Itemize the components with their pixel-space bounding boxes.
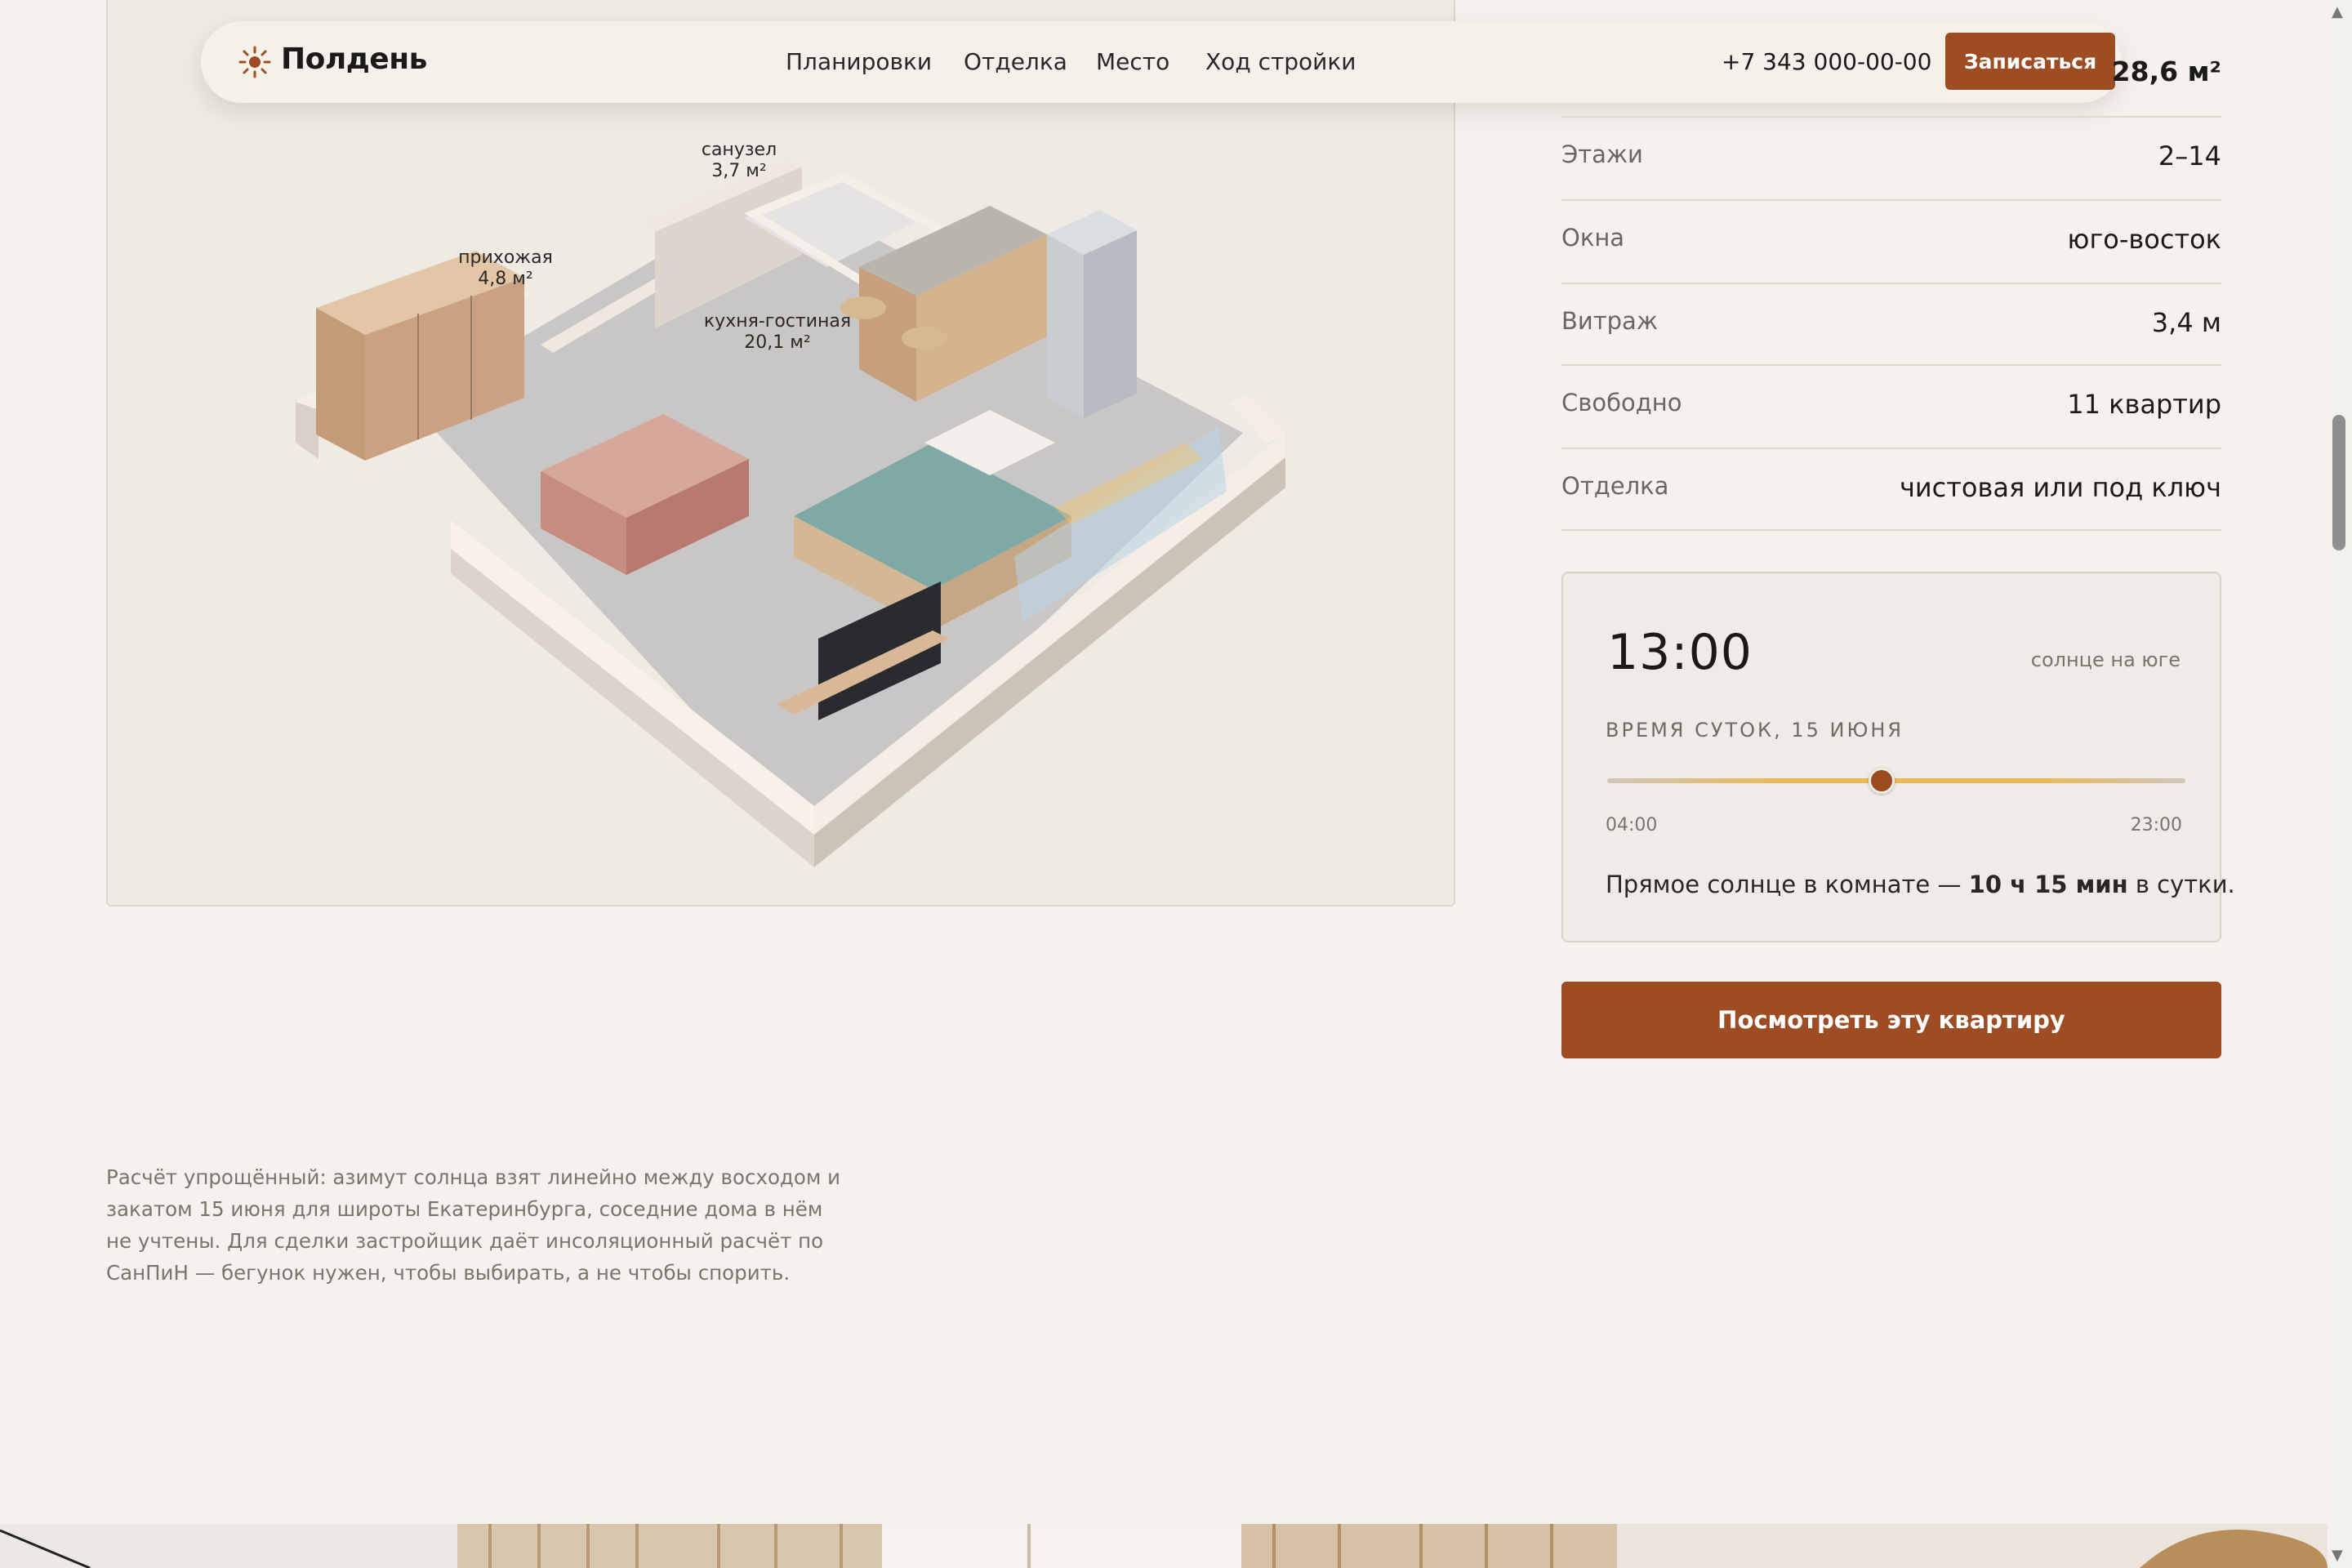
spec-row-finishing: Отделка чистовая или под ключ (1561, 448, 2221, 531)
signup-button[interactable]: Записаться (1945, 33, 2115, 90)
scrollbar[interactable] (2328, 0, 2352, 1568)
sun-duration: 10 ч 15 мин (1968, 871, 2128, 898)
spec-row-floors: Этажи 2–14 (1561, 116, 2221, 199)
time-slider-track[interactable] (1607, 778, 2185, 783)
spec-label: Отделка (1561, 472, 1669, 500)
spec-row-windows: Окна юго-восток (1561, 199, 2221, 283)
time-slider-thumb[interactable] (1868, 768, 1895, 794)
spec-row-available: Свободно 11 квартир (1561, 364, 2221, 448)
spec-label: Свободно (1561, 389, 1682, 416)
sun-summary-text: Прямое солнце в комнате — (1606, 871, 1969, 898)
room-label-bathroom-name: санузел (702, 140, 777, 160)
spec-row-glazing: Витраж 3,4 м (1561, 283, 2221, 366)
spec-label: Витраж (1561, 307, 1658, 335)
scroll-down-arrow-icon[interactable]: ▼ (2332, 1547, 2343, 1564)
scrollbar-thumb[interactable] (2332, 415, 2345, 550)
slider-max-label: 23:00 (2130, 815, 2182, 835)
nav-link-finishing[interactable]: Отделка (964, 48, 1067, 75)
navbar: Полдень Планировки Отделка Место Ход стр… (201, 21, 2122, 103)
nav-link-construction[interactable]: Ход стройки (1205, 48, 1356, 75)
spec-label: Этажи (1561, 140, 1643, 168)
spec-label: Окна (1561, 224, 1625, 252)
sun-summary-tail: в сутки. (2127, 871, 2235, 898)
room-label-kitchen-name: кухня-гостиная (704, 311, 851, 332)
area-value: 28,6 м² (2111, 56, 2221, 87)
sun-direction-note: солнце на юге (2030, 648, 2180, 671)
nav-link-layouts[interactable]: Планировки (786, 48, 932, 75)
sun-summary: Прямое солнце в комнате — 10 ч 15 мин в … (1606, 871, 2235, 898)
scroll-up-arrow-icon[interactable]: ▲ (2332, 3, 2343, 20)
spec-value: 3,4 м (2151, 307, 2221, 338)
spec-value: 11 квартир (2067, 389, 2221, 420)
spec-value: чистовая или под ключ (1899, 472, 2221, 503)
sun-icon (238, 46, 271, 78)
phone-link[interactable]: +7 343 000-00-00 (1722, 48, 1931, 75)
room-label-hall-area: 4,8 м² (478, 269, 532, 289)
disclaimer-text: Расчёт упрощённый: азимут солнца взят ли… (106, 1165, 841, 1285)
floor-plan-card: санузел 3,7 м² прихожая 4,8 м² кухня-гос… (106, 0, 1455, 906)
spec-value: 2–14 (2158, 140, 2221, 172)
brand-logo[interactable]: Полдень (281, 42, 427, 76)
nav-link-location[interactable]: Место (1096, 48, 1169, 75)
floor-plan-3d: санузел 3,7 м² прихожая 4,8 м² кухня-гос… (296, 140, 1285, 867)
room-label-hall-name: прихожая (458, 247, 553, 268)
spec-value: юго-восток (2067, 224, 2221, 255)
sun-time: 13:00 (1607, 624, 1753, 681)
time-of-day-label: ВРЕМЯ СУТОК, 15 ИЮНЯ (1606, 719, 1904, 742)
sun-widget: 13:00 солнце на юге ВРЕМЯ СУТОК, 15 ИЮНЯ… (1561, 572, 2235, 942)
room-label-bathroom-area: 3,7 м² (711, 161, 766, 181)
slider-min-label: 04:00 (1606, 815, 1658, 835)
room-label-kitchen-area: 20,1 м² (744, 332, 810, 353)
interior-photo-strip (0, 1524, 2328, 1568)
view-apartment-button[interactable]: Посмотреть эту квартиру (1561, 982, 2221, 1058)
